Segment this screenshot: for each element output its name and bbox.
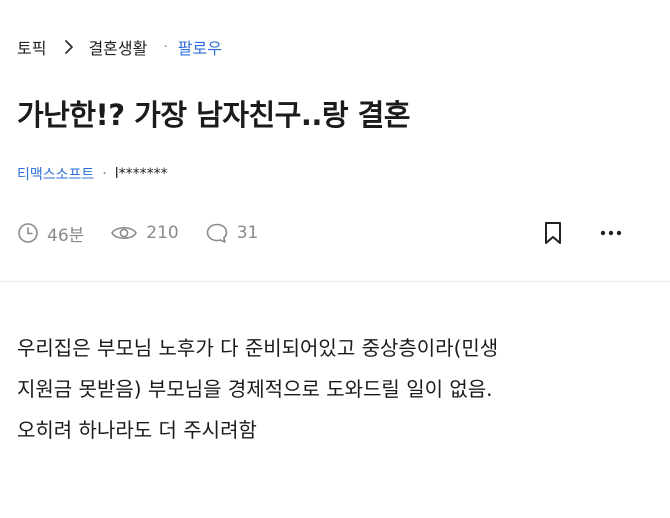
post-title: 가난한!? 가장 남자친구..랑 결혼 — [17, 98, 411, 132]
breadcrumb-root-link[interactable]: 토픽 — [17, 35, 46, 59]
post-meta: 티맥스소프트 · l******* — [17, 164, 168, 184]
clock-icon — [18, 223, 38, 243]
comments-value: 31 — [236, 223, 259, 243]
post-body: 우리집은 부모님 노후가 다 준비되어있고 중상층이라(민생 지원금 못받음) … — [17, 328, 657, 451]
author-name: l******* — [114, 166, 168, 182]
time-stat: 46분 — [17, 221, 84, 246]
views-value: 210 — [146, 223, 179, 243]
section-divider — [0, 281, 670, 282]
bookmark-icon — [545, 222, 561, 244]
breadcrumb-topic-link[interactable]: 결혼생활 — [88, 35, 147, 59]
post-body-line: 오히려 하나라도 더 주시려함 — [17, 418, 257, 442]
breadcrumb-separator: · — [163, 39, 168, 55]
more-options-button[interactable] — [596, 218, 626, 248]
more-horizontal-icon — [600, 230, 622, 236]
time-value: 46분 — [47, 225, 85, 246]
chevron-right-icon — [64, 39, 74, 55]
comment-bubble-icon — [206, 223, 228, 243]
eye-icon — [111, 226, 138, 240]
author-company-link[interactable]: 티맥스소프트 — [17, 164, 94, 184]
bookmark-button[interactable] — [538, 218, 568, 248]
post-body-line: 우리집은 부모님 노후가 다 준비되어있고 중상층이라(민생 — [17, 336, 499, 360]
comments-stat[interactable]: 31 — [205, 222, 259, 244]
views-stat: 210 — [110, 222, 179, 244]
breadcrumb: 토픽 결혼생활 · 팔로우 — [17, 34, 222, 60]
post-body-line: 지원금 못받음) 부모님을 경제적으로 도와드릴 일이 없음. — [17, 377, 493, 401]
follow-button[interactable]: 팔로우 — [178, 35, 222, 59]
meta-separator: · — [102, 166, 107, 182]
post-actions — [538, 218, 626, 248]
